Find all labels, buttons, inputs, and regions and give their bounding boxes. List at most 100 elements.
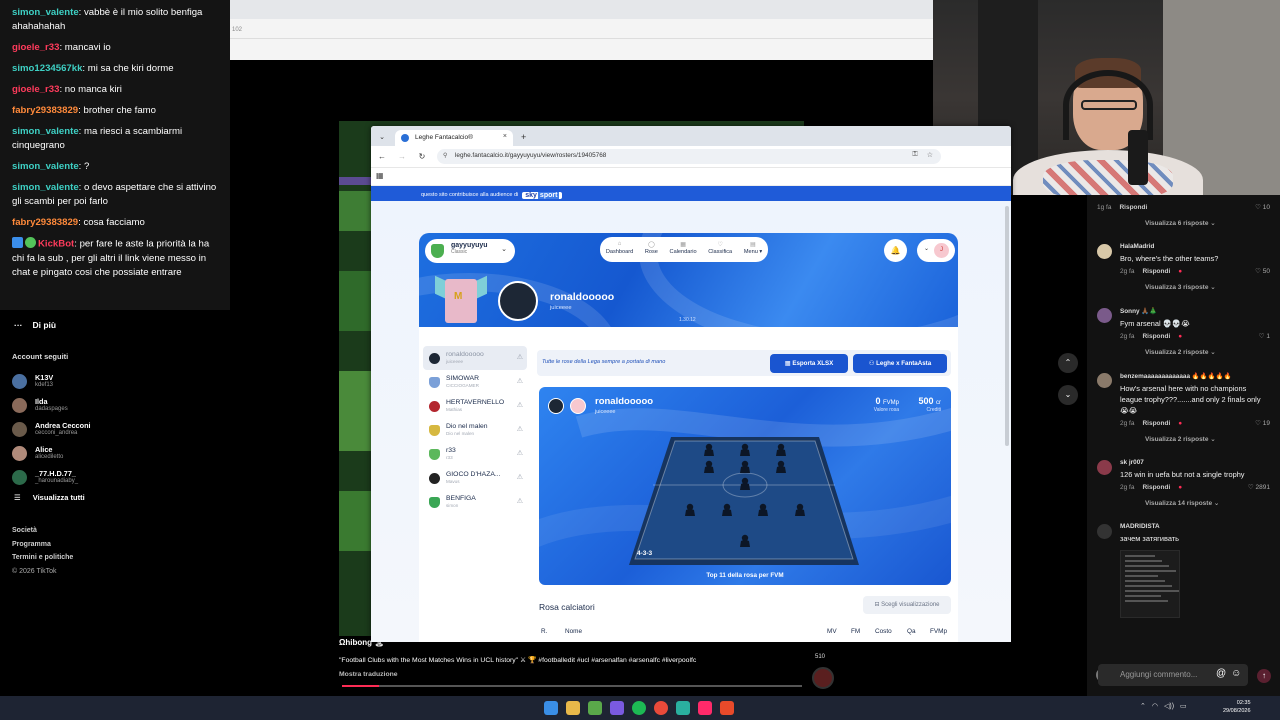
page-scrollbar[interactable] [1005,206,1009,446]
league-selector[interactable]: gayyuyuyu Classic ⌄ [425,239,515,263]
view-replies-button[interactable]: Visualizza 2 risposte ⌄ [1145,348,1270,356]
bookmark-star-icon[interactable]: ☆ [927,151,933,159]
apps-grid-icon[interactable]: ▦ [376,171,384,180]
volume-icon[interactable]: ◁)) [1164,702,1174,710]
view-replies-button[interactable]: Visualizza 6 risposte ⌄ [1145,219,1270,227]
like-button[interactable]: ♡ 50 [1255,267,1270,275]
footer-link-program[interactable]: Programma [12,538,218,552]
send-comment-icon[interactable]: ↑ [1257,669,1271,683]
site-info-icon[interactable]: ⚲ [443,152,447,159]
chat-username[interactable]: gioele_r33 [12,84,59,95]
battery-icon[interactable]: ▭ [1180,702,1187,710]
new-tab-icon[interactable]: + [513,132,526,146]
wifi-icon[interactable]: ◠ [1152,702,1158,710]
nav-classifica[interactable]: ♡ Classifica [708,241,732,262]
chat-username[interactable]: fabry29383829 [12,105,78,116]
col-mv[interactable]: MV [827,628,837,635]
col-fm[interactable]: FM [851,628,860,635]
app-icon[interactable] [676,701,690,715]
brave-icon[interactable] [720,701,734,715]
show-translation-link[interactable]: Mostra traduzione [339,671,819,678]
chat-username[interactable]: KickBot [38,239,74,250]
tab-search-icon[interactable]: ⌄ [375,133,389,146]
commenter-avatar[interactable] [1097,244,1112,259]
commenter-name[interactable]: Sonny 🙏🏾🎄 [1120,307,1270,315]
team-list-item[interactable]: r33 r33 ⚠ [423,442,527,466]
chat-username[interactable]: simon_valente [12,161,79,172]
key-icon[interactable]: ⚿ [912,151,917,159]
like-button[interactable]: ♡ 19 [1255,419,1270,427]
view-all-button[interactable]: ☰ Visualizza tutti [14,493,218,502]
reply-button[interactable]: Rispondi [1142,333,1170,340]
chat-username[interactable]: simon_valente [12,182,79,193]
col-name[interactable]: Nome [565,628,582,635]
nav-dashboard[interactable]: ⌂ Dashboard [606,241,633,262]
col-fvmp[interactable]: FVMp [930,628,947,635]
commenter-avatar[interactable] [1097,308,1112,323]
reload-icon[interactable]: ↻ [417,152,427,161]
team-list-item[interactable]: HERTAVERNELLO Mathias ⚠ [423,394,527,418]
team-list-item[interactable]: BENFIGA simon ⚠ [423,490,527,514]
user-menu[interactable]: ⌄ J [917,239,955,262]
emoji-icon[interactable]: ☺ [1231,668,1241,679]
view-replies-button[interactable]: Visualizza 3 risposte ⌄ [1145,283,1270,291]
col-qa[interactable]: Qa [907,628,916,635]
followed-account[interactable]: K13V kdef13 [12,370,218,393]
file-explorer-icon[interactable] [566,701,580,715]
commenter-name[interactable]: HalaMadrid [1120,243,1270,250]
chat-username[interactable]: simo1234567kk [12,63,82,74]
next-video-icon[interactable]: ⌄ [1058,385,1078,405]
comment-image[interactable] [1120,550,1180,618]
chat-username[interactable]: gioele_r33 [12,42,59,53]
music-disc-icon[interactable] [812,667,834,689]
discord-icon[interactable] [610,701,624,715]
chat-username[interactable]: simon_valente [12,7,79,18]
choose-view-button[interactable]: ⊟ Scegli visualizzazione [863,596,951,614]
footer-link-company[interactable]: Società [12,524,218,538]
nav-menu[interactable]: ▤ Menu ▾ [744,241,762,262]
notifications-bell-icon[interactable]: 🔔 [884,239,907,262]
footer-link-terms[interactable]: Termini e politiche [12,551,218,565]
commenter-name[interactable]: MADRIDISTA [1120,523,1270,530]
minecraft-icon[interactable] [588,701,602,715]
followed-account[interactable]: Andrea Cecconi cecconi_andrea [12,418,218,441]
like-button[interactable]: ♡ 1 [1259,332,1270,340]
mention-icon[interactable]: @ [1216,668,1226,679]
followed-account[interactable]: _77.H.D.77_ _harounadiaby_ [12,466,218,489]
view-replies-button[interactable]: Visualizza 14 risposte ⌄ [1145,499,1270,507]
followed-account[interactable]: Alice alicediletto [12,442,218,465]
like-button[interactable]: ♡ 10 [1255,203,1270,211]
view-replies-button[interactable]: Visualizza 2 risposte ⌄ [1145,435,1270,443]
team-list-item[interactable]: SIMOWAR CICCIOGAMER ⚠ [423,370,527,394]
close-tab-icon[interactable]: × [503,133,507,140]
col-cost[interactable]: Costo [875,628,892,635]
video-progress-bar[interactable] [342,685,802,687]
commenter-avatar[interactable] [1097,460,1112,475]
back-icon[interactable]: ← [377,152,387,161]
chrome-icon[interactable] [654,701,668,715]
tiktok-icon[interactable] [698,701,712,715]
chevron-up-icon[interactable]: ⌃ [1140,702,1146,710]
nav-rose[interactable]: ◯ Rose [645,241,658,262]
reply-button[interactable]: Rispondi [1142,420,1170,427]
chat-username[interactable]: fabry29383829 [12,217,78,228]
team-list-item[interactable]: GIOCO D'HAZA... Mavus ⚠ [423,466,527,490]
team-list-item[interactable]: Dio nel malen Dio nel malen ⚠ [423,418,527,442]
team-list-item[interactable]: ronaldooooo juiceeee ⚠ [423,346,527,370]
windows-start-icon[interactable] [544,701,558,715]
commenter-avatar[interactable] [1097,524,1112,539]
commenter-name[interactable]: benzemaaaaaaaaaaaaa 🔥🔥🔥🔥🔥 [1120,372,1270,380]
followed-account[interactable]: Ilda dadaspages [12,394,218,417]
chat-username[interactable]: simon_valente [12,126,79,137]
col-role[interactable]: R. [541,628,547,635]
reply-button[interactable]: Rispondi [1119,204,1147,211]
spotify-icon[interactable] [632,701,646,715]
forward-icon[interactable]: → [397,152,407,161]
address-bar[interactable]: ⚲ leghe.fantacalcio.it/gayyuyuyu/view/ro… [437,149,941,164]
commenter-name[interactable]: sk jr007 [1120,459,1270,466]
commenter-avatar[interactable] [1097,373,1112,388]
taskbar-clock[interactable]: 02:35 29/08/2026 [1223,699,1251,715]
export-xlsx-button[interactable]: ▦ Esporta XLSX [770,354,848,373]
browser-tab[interactable]: Leghe Fantacalcio® × [395,130,513,146]
previous-video-icon[interactable]: ⌃ [1058,353,1078,373]
